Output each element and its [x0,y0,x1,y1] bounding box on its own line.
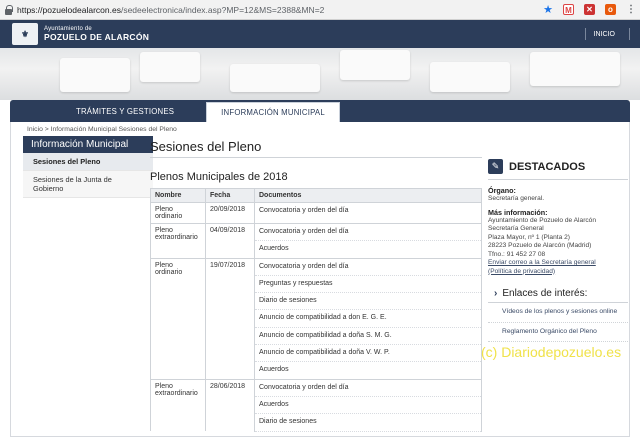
session-name: Pleno ordinario [150,202,206,224]
link-videos-plenos[interactable]: Vídeos de los plenos y sesiones online [488,303,628,323]
extension-icon[interactable]: ✕ [584,4,595,15]
sidebar-item-sesiones-pleno[interactable]: Sesiones del Pleno [23,153,153,171]
document-link[interactable]: Diario de sesiones [254,413,482,432]
privacy-policy-link[interactable]: (Política de privacidad) [488,268,555,275]
address-line: Ayuntamiento de Pozuelo de Alarcón [488,216,597,224]
destacados-title: DESTACADOS [509,160,586,173]
site-header: ⚜ Ayuntamiento de POZUELO DE ALARCÓN INI… [0,20,640,48]
session-name: Pleno ordinario [150,257,206,380]
url-text[interactable]: https://pozuelodealarcon.es/sedeelectron… [17,5,543,15]
session-name: Pleno extraordinario [150,223,206,259]
document-link[interactable]: Convocatoria y orden del día [254,222,482,242]
session-date: 19/07/2018 [205,257,255,380]
document-link[interactable]: Convocatoria y orden del día [254,257,482,276]
pencil-icon: ✎ [488,159,503,174]
main-content: Sesiones del Pleno Plenos Municipales de… [150,136,482,432]
sidebar-title[interactable]: Información Municipal [23,136,153,153]
page-content: Inicio > Información Municipal Sesiones … [10,122,630,437]
sidebar: Información Municipal Sesiones del Pleno… [23,136,153,198]
document-link[interactable]: Anuncio de compatibilidad a doña S. M. G… [254,327,482,346]
document-link[interactable]: Diario de sesiones [254,292,482,311]
breadcrumb[interactable]: Inicio > Información Municipal Sesiones … [11,122,629,135]
table-row: Pleno ordinario 19/07/2018 Convocatoria y … [150,257,482,380]
sessions-table: Nombre Fecha Documentos Pleno ordinario 2… [150,188,482,432]
column-header-fecha: Fecha [205,188,255,203]
session-date: 04/09/2018 [205,223,255,259]
divider [584,28,586,40]
main-nav: TRÁMITES Y GESTIONES INFORMACIÓN MUNICIP… [10,100,630,122]
office-icon[interactable]: o [605,4,616,15]
inicio-link[interactable]: INICIO [594,31,615,38]
document-link[interactable]: Anuncio de compatibilidad a don E. G. E. [254,309,482,328]
document-link[interactable]: Convocatoria y orden del día [254,378,482,397]
table-row: Pleno ordinario 20/09/2018 Convocatoria y … [150,202,482,224]
gmail-icon[interactable]: M [563,4,574,15]
enlaces-title: Enlaces de interés: [502,287,588,299]
chevron-right-icon: › [494,287,498,299]
star-icon[interactable]: ★ [543,3,553,16]
session-date: 28/06/2018 [205,378,255,432]
column-header-nombre: Nombre [150,188,206,203]
document-link[interactable]: Acuerdos [254,396,482,415]
link-reglamento-organico[interactable]: Reglamento Orgánico del Pleno [488,323,628,343]
document-link[interactable]: Preguntas y respuestas [254,275,482,294]
address-line: Secretaría General [488,225,544,233]
document-link[interactable]: Anuncio de compatibilidad a doña V. W. P… [254,344,482,363]
column-header-documentos: Documentos [254,188,482,203]
section-title: Plenos Municipales de 2018 [150,171,288,183]
logo-line2: POZUELO DE ALARCÓN [44,32,150,42]
destacados-panel: ✎ DESTACADOS Órgano: Secretaría general.… [488,158,628,343]
table-row: Pleno extraordinario 28/06/2018 Convocator… [150,378,482,432]
menu-icon[interactable]: ⋮ [626,4,636,15]
banner-image [0,48,640,100]
tab-tramites[interactable]: TRÁMITES Y GESTIONES [62,100,188,122]
browser-address-bar[interactable]: https://pozuelodealarcon.es/sedeelectron… [0,0,640,20]
address-line: Plaza Mayor, nº 1 (Planta 2) [488,233,570,241]
sidebar-item-junta-gobierno[interactable]: Sesiones de la Junta de Gobierno [23,171,153,198]
table-row: Pleno extraordinario 04/09/2018 Convocator… [150,222,482,259]
address-line: 28223 Pozuelo de Alarcón (Madrid) [488,242,592,250]
email-secretaria-link[interactable]: Enviar correo a la Secretaría general [488,259,596,266]
document-link[interactable]: Convocatoria y orden del día [254,202,482,224]
page-title: Sesiones del Pleno [150,136,482,158]
lock-icon [4,4,13,15]
watermark: (c) Diariodepozuelo.es [481,344,622,360]
url-host: https://pozuelodealarcon.es [17,4,121,15]
organo-label: Órgano: [488,186,516,195]
mas-info-label: Más información: [488,207,548,217]
divider [629,28,630,40]
session-date: 20/09/2018 [205,202,255,224]
tab-informacion-municipal[interactable]: INFORMACIÓN MUNICIPAL [206,102,340,122]
phone-line: Tfno.: 91 452 27 08 [488,250,546,258]
document-link[interactable]: Acuerdos [254,361,482,380]
organo-value: Secretaría general. [488,195,545,203]
session-name: Pleno extraordinario [150,378,206,432]
document-link[interactable]: Acuerdos [254,240,482,259]
url-path: /sedeelectronica/index.asp?MP=12&MS=2388… [120,4,325,15]
site-logo[interactable]: ⚜ Ayuntamiento de POZUELO DE ALARCÓN [12,23,149,45]
coat-of-arms-icon: ⚜ [12,23,38,45]
